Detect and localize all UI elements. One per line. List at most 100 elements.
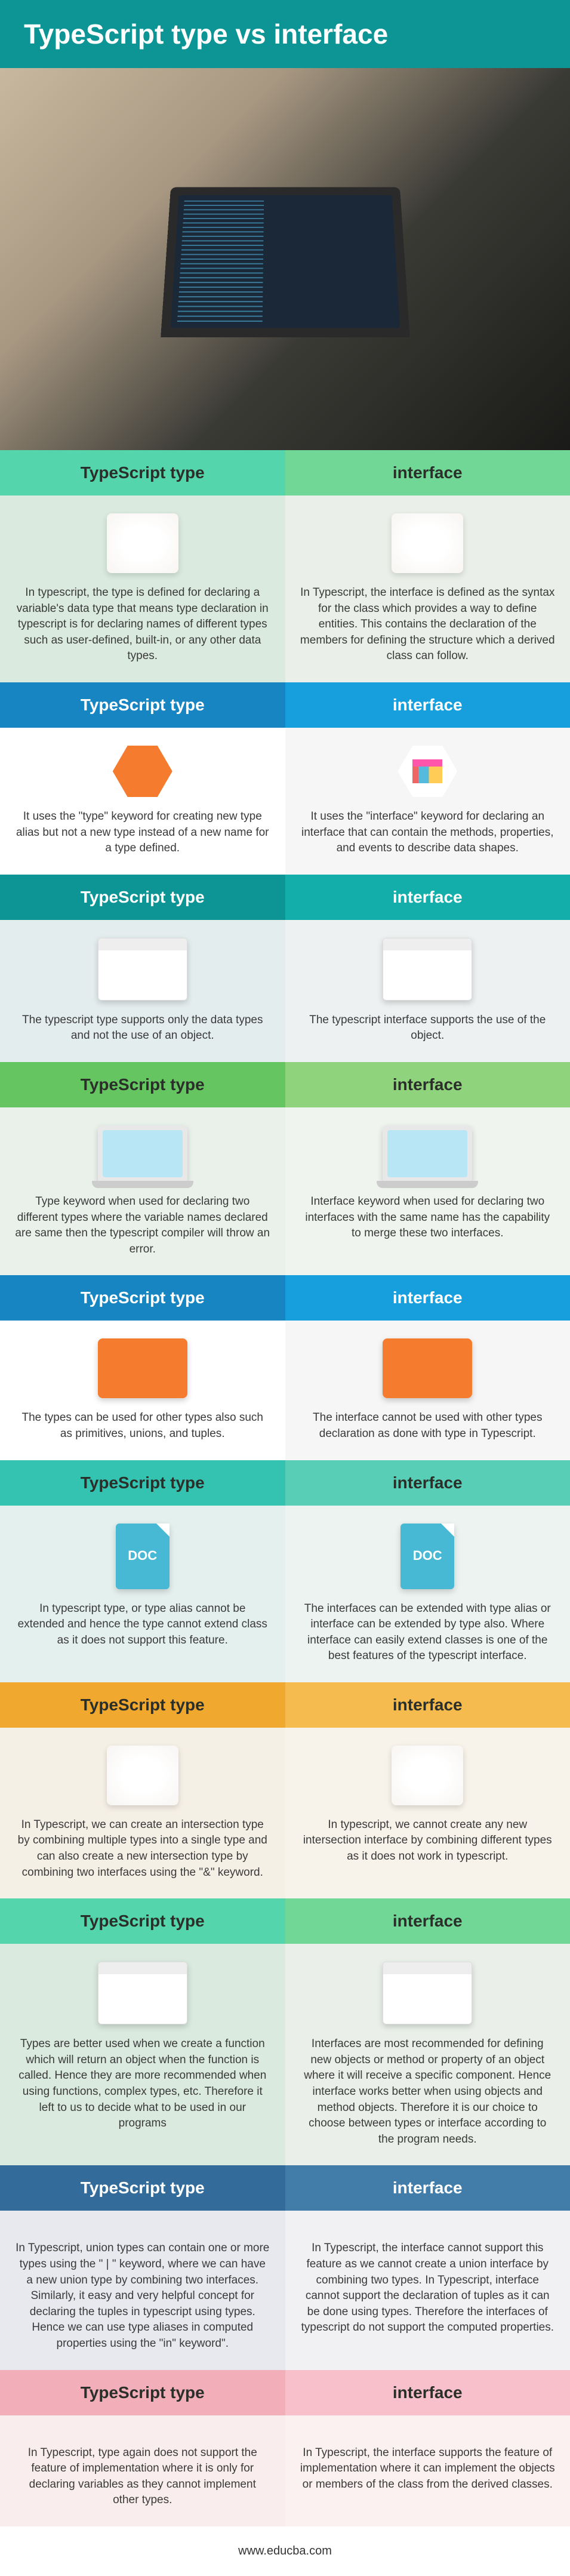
interface-header: interface — [285, 1275, 570, 1321]
interface-text: In typescript, we cannot create any new … — [300, 1817, 556, 1865]
type-header: TypeScript type — [0, 1062, 285, 1107]
interface-header: interface — [285, 1460, 570, 1506]
comparison-header-row: TypeScript typeinterface — [0, 2370, 570, 2415]
interface-header: interface — [285, 2165, 570, 2211]
comparison-content-row: In Typescript, type again does not suppo… — [0, 2415, 570, 2526]
desk-icon — [392, 1746, 463, 1805]
interface-header: interface — [285, 1898, 570, 1944]
code-hexagon-icon — [113, 746, 172, 797]
comparison-header-row: TypeScript typeinterface — [0, 1062, 570, 1107]
interface-text: It uses the "interface" keyword for decl… — [300, 809, 556, 857]
type-text: Type keyword when used for declaring two… — [15, 1194, 270, 1257]
type-content: The types can be used for other types al… — [0, 1321, 285, 1460]
interface-header: interface — [285, 875, 570, 920]
interface-content: The typescript interface supports the us… — [285, 920, 570, 1062]
page-title: TypeScript type vs interface — [0, 0, 570, 68]
interface-content: In Typescript, the interface cannot supp… — [285, 2211, 570, 2369]
interface-text: In Typescript, the interface cannot supp… — [300, 2240, 556, 2336]
interface-header: interface — [285, 1062, 570, 1107]
desk-icon — [107, 1746, 178, 1805]
comparison-header-row: TypeScript typeinterface — [0, 1682, 570, 1728]
type-text: In Typescript, union types can contain o… — [15, 2240, 270, 2352]
interface-text: In Typescript, the interface supports th… — [300, 2445, 556, 2493]
type-header: TypeScript type — [0, 875, 285, 920]
type-text: Types are better used when we create a f… — [15, 2036, 270, 2132]
interface-content: In Typescript, the interface is defined … — [285, 495, 570, 682]
footer-url: www.educba.com — [0, 2526, 570, 2576]
type-content: The typescript type supports only the da… — [0, 920, 285, 1062]
type-header: TypeScript type — [0, 682, 285, 728]
interface-content: DOCThe interfaces can be extended with t… — [285, 1506, 570, 1682]
browser-icon — [98, 938, 187, 1001]
type-text: The typescript type supports only the da… — [15, 1012, 270, 1044]
comparison-header-row: TypeScript typeinterface — [0, 1460, 570, 1506]
type-content: DOC In typescript type, or type alias can… — [0, 1506, 285, 1682]
type-header: TypeScript type — [0, 1460, 285, 1506]
document-icon: DOC — [400, 1524, 454, 1589]
type-text: In typescript type, or type alias cannot… — [15, 1601, 270, 1649]
laptop-code-icon — [98, 1338, 187, 1398]
type-content: In typescript, the type is defined for d… — [0, 495, 285, 682]
interface-content: Interface keyword when used for declarin… — [285, 1107, 570, 1275]
type-header: TypeScript type — [0, 450, 285, 495]
interface-text: The interface cannot be used with other … — [300, 1410, 556, 1442]
type-header: TypeScript type — [0, 1682, 285, 1728]
interface-text: The typescript interface supports the us… — [300, 1012, 556, 1044]
type-header: TypeScript type — [0, 1275, 285, 1321]
desk-icon — [392, 513, 463, 573]
type-content: In Typescript, type again does not suppo… — [0, 2415, 285, 2526]
browser-icon — [383, 1962, 472, 2024]
interface-text: Interfaces are most recommended for defi… — [300, 2036, 556, 2147]
interface-text: In Typescript, the interface is defined … — [300, 585, 556, 664]
type-content: In Typescript, we can create an intersec… — [0, 1728, 285, 1898]
interface-content: The interface cannot be used with other … — [285, 1321, 570, 1460]
comparison-header-row: TypeScript typeinterface — [0, 1898, 570, 1944]
interface-content: Interfaces are most recommended for defi… — [285, 1944, 570, 2165]
type-content: In Typescript, union types can contain o… — [0, 2211, 285, 2369]
interface-header: interface — [285, 682, 570, 728]
infographic-container: TypeScript type vs interface TypeScript … — [0, 0, 570, 2576]
laptop-icon — [98, 1125, 187, 1182]
type-text: It uses the "type" keyword for creating … — [15, 809, 270, 857]
interface-text: Interface keyword when used for declarin… — [300, 1194, 556, 1242]
interface-header: interface — [285, 2370, 570, 2415]
type-text: In Typescript, type again does not suppo… — [15, 2445, 270, 2509]
interface-header: interface — [285, 450, 570, 495]
type-content: It uses the "type" keyword for creating … — [0, 728, 285, 875]
comparison-content-row: In typescript, the type is defined for d… — [0, 495, 570, 682]
interface-header: interface — [285, 1682, 570, 1728]
comparison-content-row: In Typescript, we can create an intersec… — [0, 1728, 570, 1898]
type-header: TypeScript type — [0, 2165, 285, 2211]
comparison-header-row: TypeScript typeinterface — [0, 682, 570, 728]
comparison-header-row: TypeScript typeinterface — [0, 450, 570, 495]
browser-icon — [98, 1962, 187, 2024]
hero-image — [0, 68, 570, 450]
comparison-content-row: Types are better used when we create a f… — [0, 1944, 570, 2165]
laptop-icon — [383, 1125, 472, 1182]
type-text: The types can be used for other types al… — [15, 1410, 270, 1442]
comparison-content-row: Type keyword when used for declaring two… — [0, 1107, 570, 1275]
interface-content: In Typescript, the interface supports th… — [285, 2415, 570, 2526]
comparison-header-row: TypeScript typeinterface — [0, 1275, 570, 1321]
type-content: Types are better used when we create a f… — [0, 1944, 285, 2165]
comparison-content-row: The types can be used for other types al… — [0, 1321, 570, 1460]
laptop-code-icon — [383, 1338, 472, 1398]
comparison-content-row: In Typescript, union types can contain o… — [0, 2211, 570, 2369]
laptop-illustration — [161, 187, 410, 337]
browser-icon — [383, 938, 472, 1001]
type-header: TypeScript type — [0, 1898, 285, 1944]
interface-content: In typescript, we cannot create any new … — [285, 1728, 570, 1898]
comparison-rows: TypeScript typeinterfaceIn typescript, t… — [0, 450, 570, 2526]
type-text: In Typescript, we can create an intersec… — [15, 1817, 270, 1881]
layout-hexagon-icon — [398, 746, 457, 797]
comparison-header-row: TypeScript typeinterface — [0, 2165, 570, 2211]
comparison-content-row: DOC In typescript type, or type alias can… — [0, 1506, 570, 1682]
type-header: TypeScript type — [0, 2370, 285, 2415]
document-icon: DOC — [116, 1524, 170, 1589]
type-text: In typescript, the type is defined for d… — [15, 585, 270, 664]
comparison-content-row: It uses the "type" keyword for creating … — [0, 728, 570, 875]
comparison-content-row: The typescript type supports only the da… — [0, 920, 570, 1062]
type-content: Type keyword when used for declaring two… — [0, 1107, 285, 1275]
desk-icon — [107, 513, 178, 573]
interface-content: It uses the "interface" keyword for decl… — [285, 728, 570, 875]
